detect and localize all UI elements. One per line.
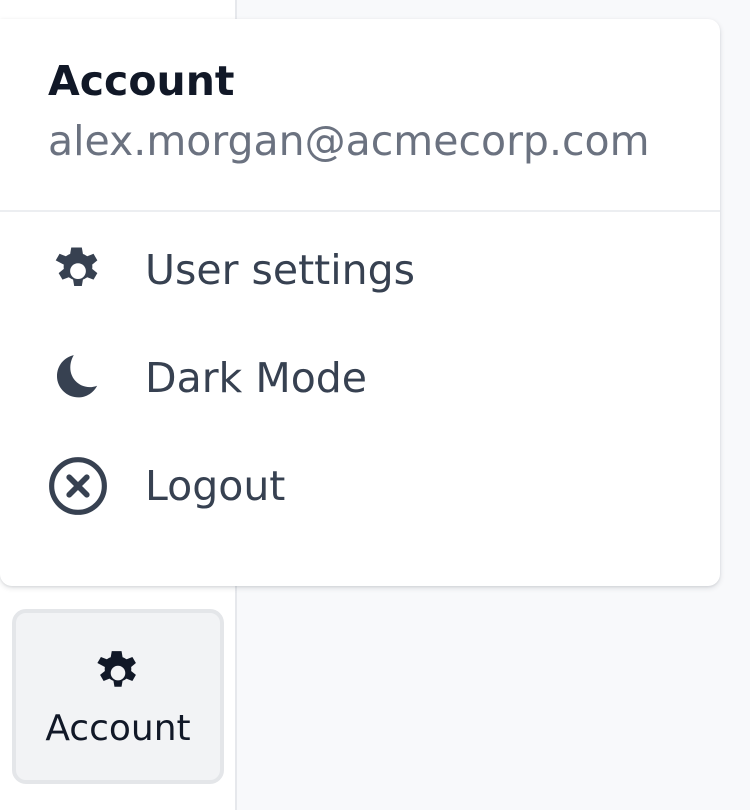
menu-item-user-settings[interactable]: User settings: [0, 220, 720, 320]
menu-item-label: User settings: [145, 245, 415, 294]
menu-item-label: Logout: [145, 461, 286, 510]
account-button-label: Account: [45, 708, 191, 749]
account-menu-header: Account alex.morgan@acmecorp.com: [0, 19, 720, 212]
account-menu-title: Account: [48, 57, 235, 105]
account-button[interactable]: Account: [12, 609, 224, 784]
menu-item-label: Dark Mode: [145, 353, 368, 402]
gear-icon: [97, 651, 136, 687]
gear-icon: [46, 238, 110, 302]
account-email: alex.morgan@acmecorp.com: [48, 117, 650, 165]
moon-icon: [46, 346, 110, 410]
close-circle-icon: [46, 454, 110, 518]
menu-item-dark-mode[interactable]: Dark Mode: [0, 328, 720, 428]
menu-item-logout[interactable]: Logout: [0, 436, 720, 536]
